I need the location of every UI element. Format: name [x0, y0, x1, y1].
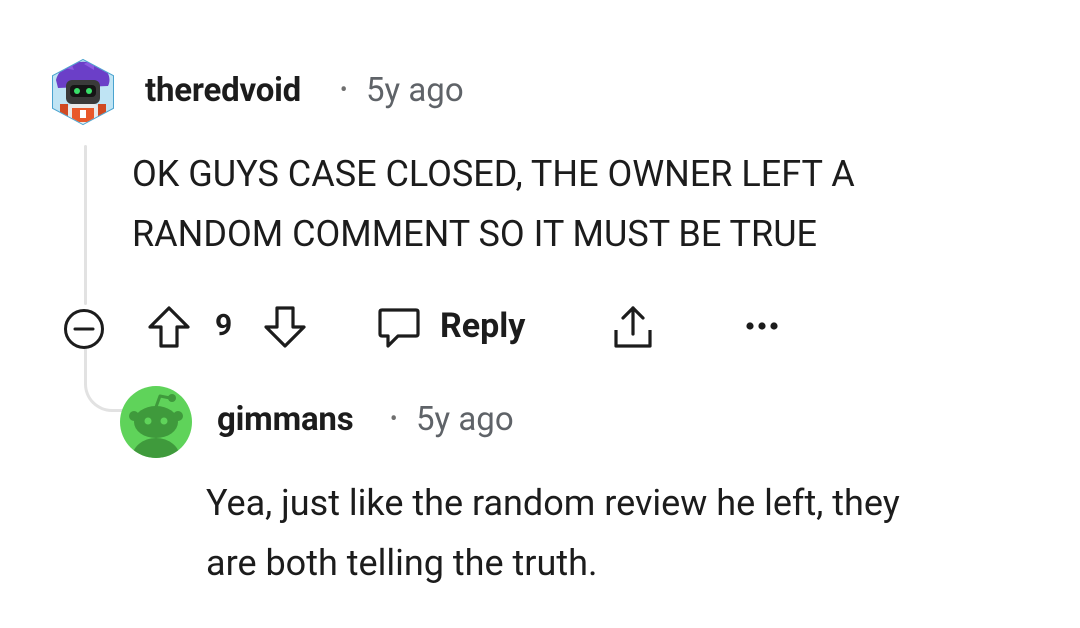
custom-avatar-icon	[52, 58, 114, 126]
reply-label: Reply	[440, 306, 526, 346]
reply-username[interactable]: gimmans	[217, 403, 354, 436]
reply-button[interactable]: Reply	[372, 300, 542, 352]
downvote-button[interactable]	[262, 304, 308, 350]
comment-username[interactable]: theredvoid	[145, 74, 301, 107]
upvote-arrow-icon	[148, 306, 190, 348]
upvote-button[interactable]	[146, 304, 192, 350]
comment-body-line: RANDOM COMMENT SO IT MUST BE TRUE	[132, 213, 818, 255]
default-snoo-avatar-icon	[120, 386, 192, 458]
reply-body-line: are both telling the truth.	[206, 542, 598, 584]
reply-body: Yea, just like the random review he left…	[206, 473, 1066, 593]
avatar[interactable]	[50, 58, 116, 126]
comment-body-line: OK GUYS CASE CLOSED, THE OWNER LEFT A	[132, 153, 855, 195]
thread-line[interactable]	[84, 145, 87, 305]
meta-separator: •	[340, 78, 348, 103]
meta-separator: •	[390, 407, 398, 432]
comment-timestamp[interactable]: 5y ago	[366, 74, 464, 107]
collapse-button[interactable]	[62, 307, 106, 351]
share-icon	[614, 306, 652, 348]
more-options-button[interactable]	[742, 316, 782, 336]
share-button[interactable]	[608, 302, 658, 352]
comment-body: OK GUYS CASE CLOSED, THE OWNER LEFT A RA…	[132, 144, 1032, 264]
reply-body-line: Yea, just like the random review he left…	[206, 482, 900, 524]
speech-bubble-icon	[378, 308, 420, 348]
collapse-minus-icon	[64, 309, 104, 349]
reply-avatar[interactable]	[120, 386, 192, 458]
more-options-icon	[746, 322, 778, 330]
vote-score: 9	[215, 308, 233, 343]
reply-timestamp[interactable]: 5y ago	[416, 403, 514, 436]
downvote-arrow-icon	[264, 306, 306, 348]
